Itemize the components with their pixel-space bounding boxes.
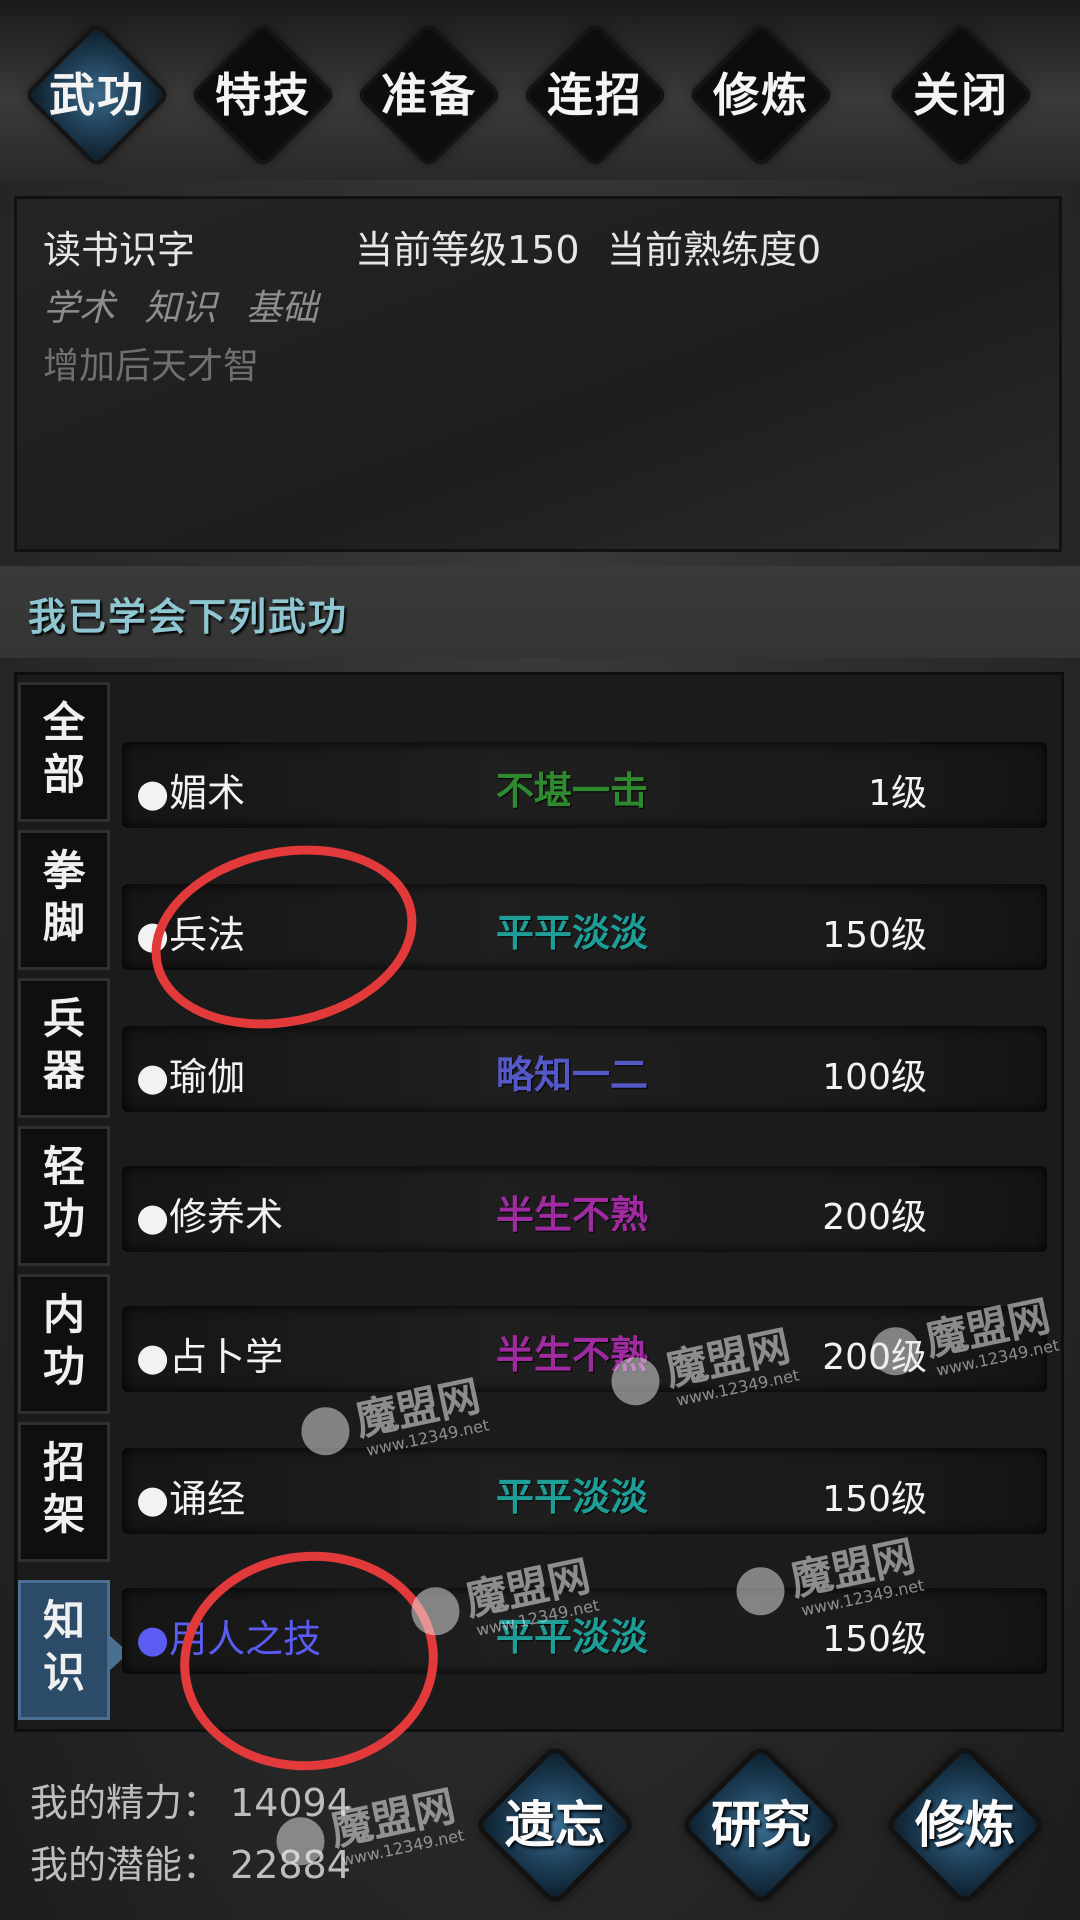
skill-row-level: 1级 xyxy=(868,773,927,814)
skill-row-name: ●瑜伽 xyxy=(136,1055,246,1099)
tab-label: 关闭 xyxy=(913,68,1009,122)
tab-label: 准备 xyxy=(381,68,477,122)
skill-row-level: 100级 xyxy=(822,1057,927,1098)
category-inner[interactable]: 内 功 xyxy=(18,1274,110,1414)
tab-label: 特技 xyxy=(215,68,311,122)
current-level: 当前等级150 xyxy=(355,228,580,272)
tab-label: 连招 xyxy=(547,68,643,122)
skill-name: 读书识字 xyxy=(43,228,196,272)
tab-martial-arts[interactable]: 武功 xyxy=(22,20,172,170)
category-label: 全 部 xyxy=(42,698,85,799)
tab-prepare[interactable]: 准备 xyxy=(354,20,504,170)
skill-row-level: 150级 xyxy=(822,1619,927,1660)
category-all[interactable]: 全 部 xyxy=(18,682,110,822)
category-label: 拳 脚 xyxy=(42,846,85,947)
tab-label: 修炼 xyxy=(713,68,809,122)
watermark-logo-icon xyxy=(406,1582,464,1640)
energy-label: 我的精力： xyxy=(30,1781,221,1825)
skill-tag: 基础 xyxy=(245,288,318,329)
watermark-logo-icon xyxy=(731,1562,789,1620)
category-lightness[interactable]: 轻 功 xyxy=(18,1126,110,1266)
skill-tag: 学术 xyxy=(43,288,116,329)
skill-row-rank: 平平淡淡 xyxy=(495,1474,648,1519)
skill-info-panel: 读书识字 当前等级150 当前熟练度0 学术 知识 基础 增加后天才智 xyxy=(14,196,1062,552)
skill-row-rank: 半生不熟 xyxy=(495,1192,648,1237)
potential-label: 我的潜能： xyxy=(30,1843,221,1887)
skill-row-name: ●媚术 xyxy=(136,771,246,815)
skill-row[interactable]: ●修养术 半生不熟 200级 xyxy=(122,1166,1047,1252)
watermark-logo-icon xyxy=(606,1352,664,1410)
skill-row-name: ●修养术 xyxy=(136,1195,284,1239)
category-knowledge[interactable]: 知 识 xyxy=(18,1580,129,1720)
skill-row[interactable]: ●瑜伽 略知一二 100级 xyxy=(122,1026,1047,1112)
category-label: 知 识 xyxy=(42,1596,85,1697)
research-button[interactable]: 研究 xyxy=(676,1740,846,1910)
watermark-logo-icon xyxy=(271,1812,329,1870)
tab-cultivate[interactable]: 修炼 xyxy=(686,20,836,170)
tab-close[interactable]: 关闭 xyxy=(886,20,1036,170)
skill-row-level: 200级 xyxy=(822,1197,927,1238)
category-label: 轻 功 xyxy=(42,1142,85,1243)
skill-tag: 知识 xyxy=(144,288,217,329)
category-fist[interactable]: 拳 脚 xyxy=(18,830,110,970)
section-title: 我已学会下列武功 xyxy=(28,594,349,639)
skill-row-level: 150级 xyxy=(822,1479,927,1520)
category-label: 兵 器 xyxy=(42,994,85,1095)
skill-row-level: 150级 xyxy=(822,915,927,956)
skill-row[interactable]: ●媚术 不堪一击 1级 xyxy=(122,742,1047,828)
forget-button[interactable]: 遗忘 xyxy=(470,1740,640,1910)
button-label: 研究 xyxy=(711,1795,811,1854)
category-label: 招 架 xyxy=(42,1438,85,1539)
skill-row-rank: 平平淡淡 xyxy=(495,910,648,955)
skill-description: 增加后天才智 xyxy=(43,346,260,387)
skill-tags: 学术 知识 基础 xyxy=(43,279,336,331)
skill-row-name: ●占卜学 xyxy=(136,1335,284,1379)
skill-row-rank: 略知一二 xyxy=(495,1052,648,1097)
tab-special-skills[interactable]: 特技 xyxy=(188,20,338,170)
category-weapon[interactable]: 兵 器 xyxy=(18,978,110,1118)
tab-label: 武功 xyxy=(49,68,145,122)
current-proficiency: 当前熟练度0 xyxy=(607,228,822,272)
tab-combo[interactable]: 连招 xyxy=(520,20,670,170)
button-label: 修炼 xyxy=(915,1795,1015,1854)
cultivate-button[interactable]: 修炼 xyxy=(880,1740,1050,1910)
category-label: 内 功 xyxy=(42,1290,85,1391)
skill-row-rank: 不堪一击 xyxy=(495,768,648,813)
button-label: 遗忘 xyxy=(505,1795,605,1854)
category-parry[interactable]: 招 架 xyxy=(18,1422,110,1562)
watermark-logo-icon xyxy=(296,1402,354,1460)
watermark-logo-icon xyxy=(866,1322,924,1380)
game-screen: { "tabs": [ {"label": "武功", "active": tr… xyxy=(0,0,1080,1920)
skill-row-name: ●诵经 xyxy=(136,1477,246,1521)
